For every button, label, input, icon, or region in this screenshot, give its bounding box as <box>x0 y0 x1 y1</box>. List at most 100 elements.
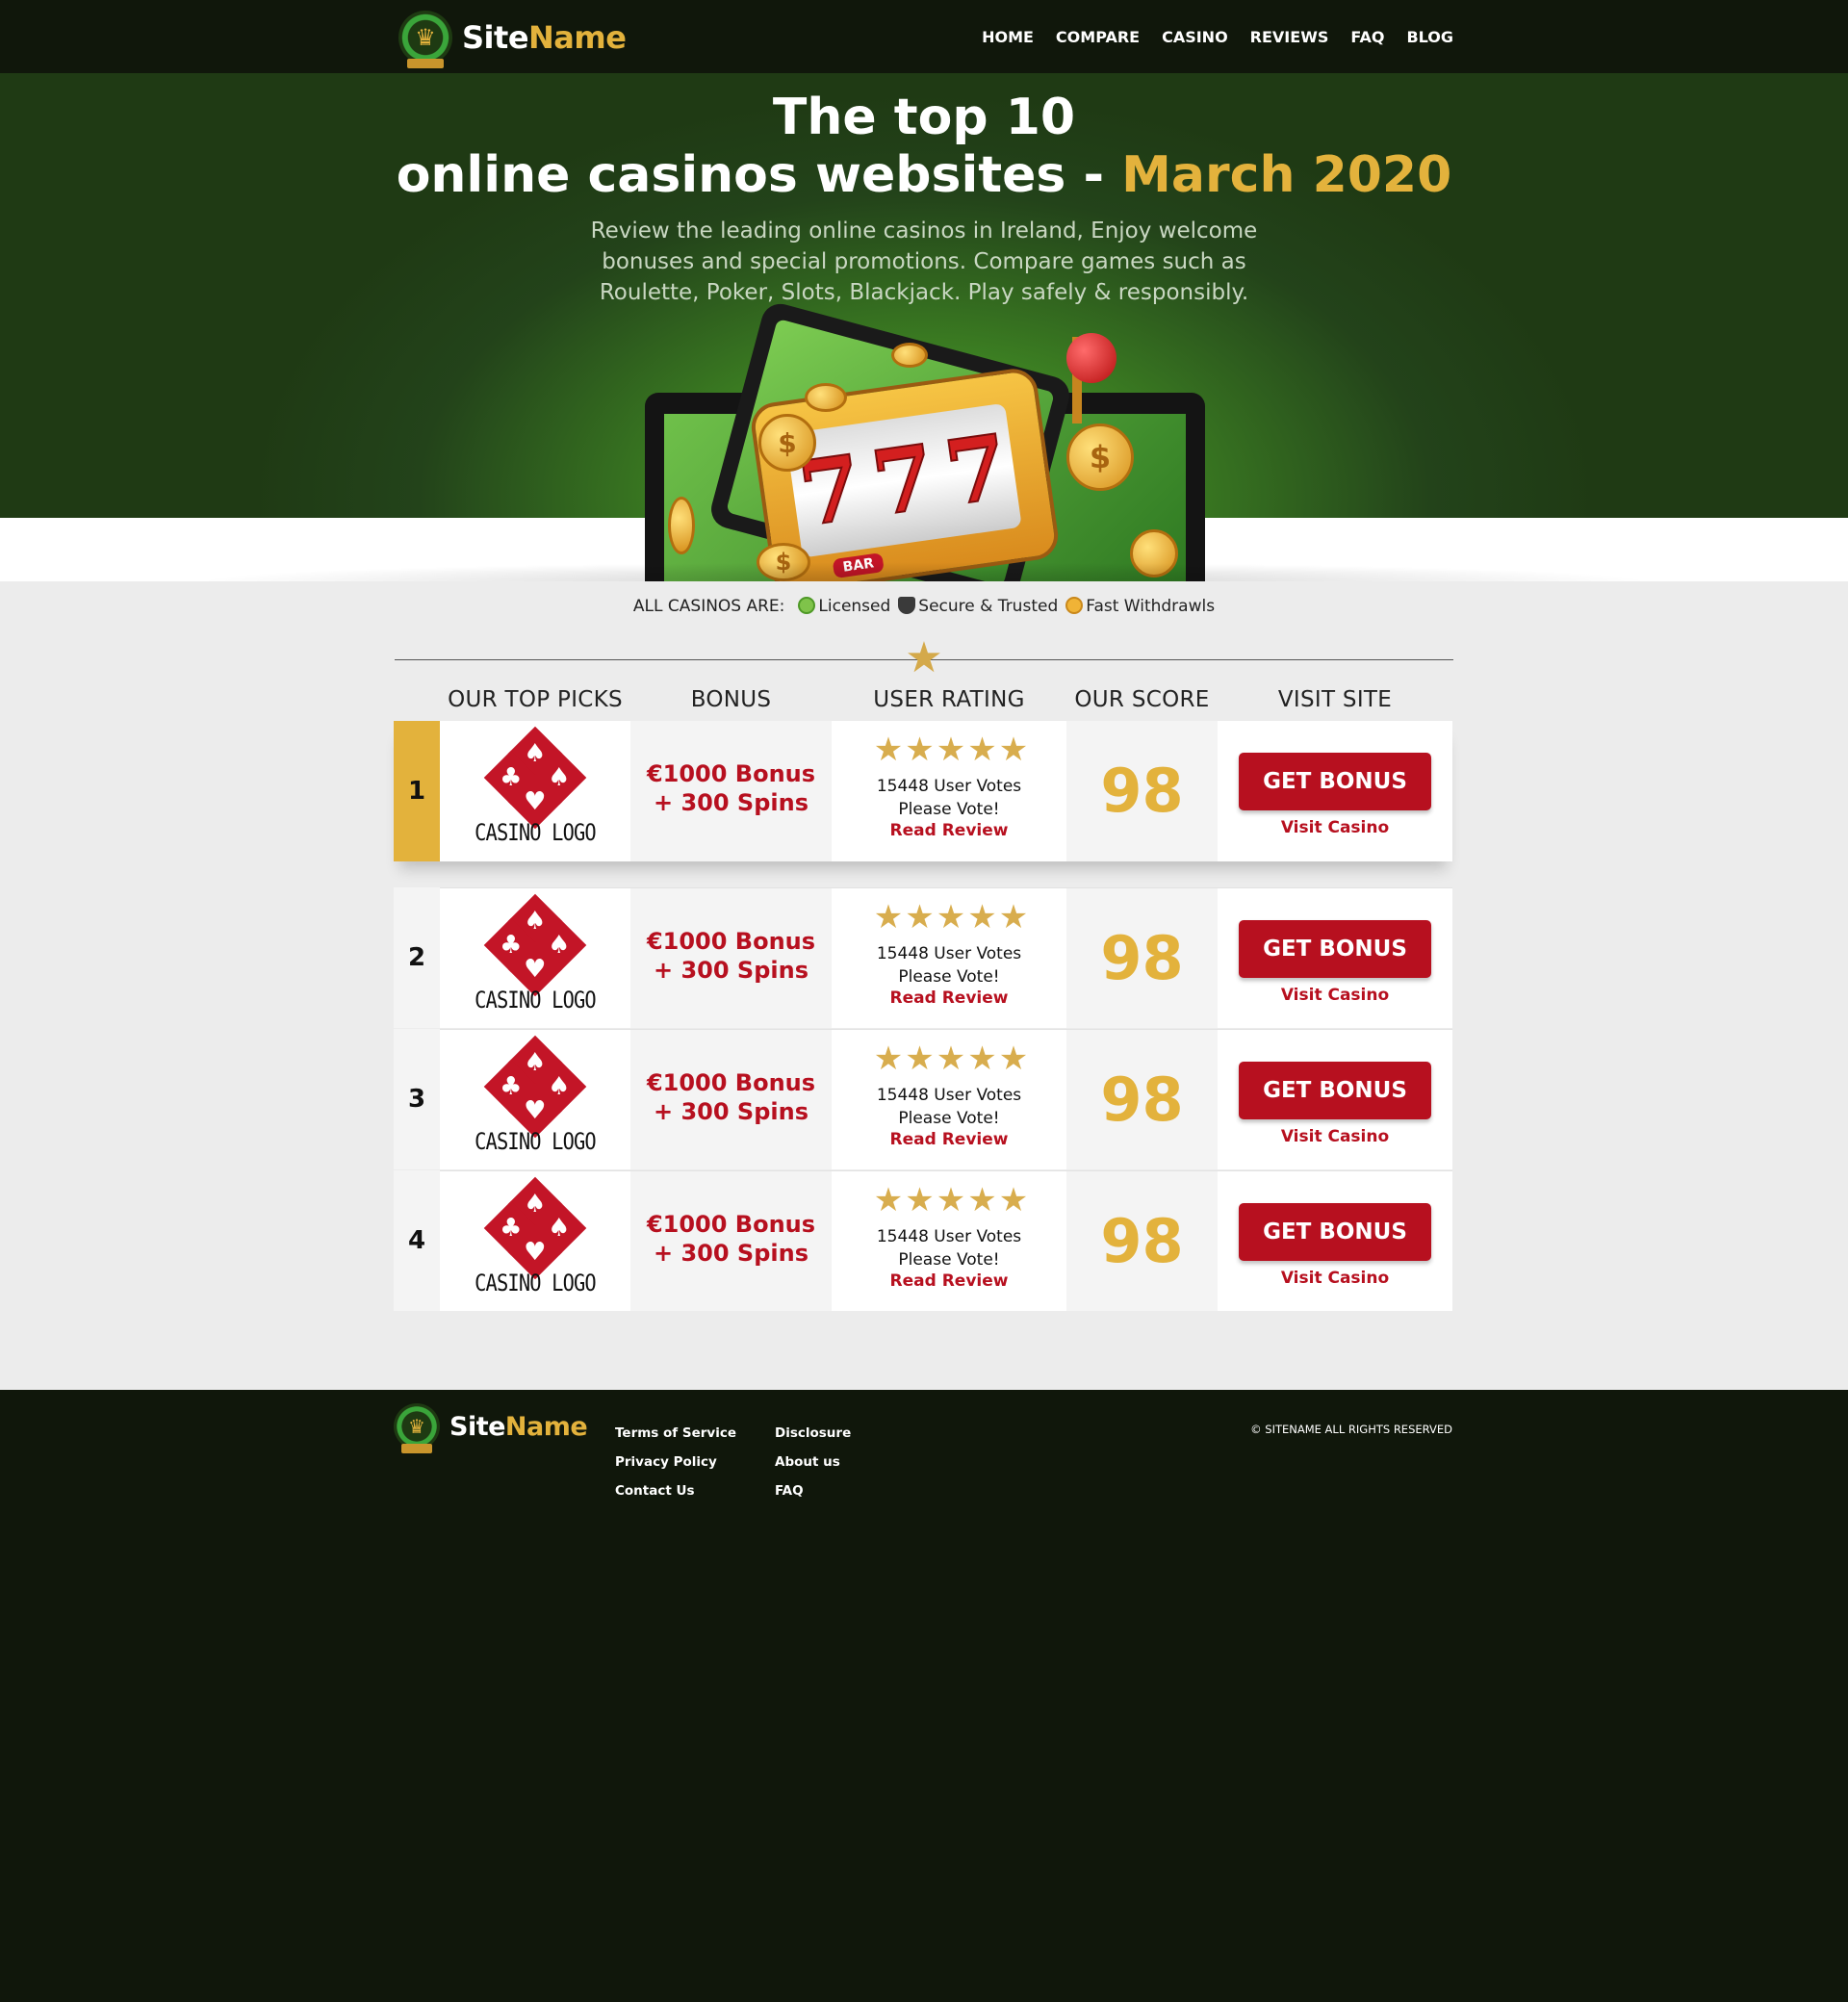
our-score-value: 98 <box>1100 756 1184 826</box>
star-icon[interactable]: ★ <box>967 731 998 769</box>
star-icon[interactable]: ★ <box>967 1181 998 1219</box>
table-row: 1 ♠ ♣ ♠ ♥ CASINO LOGO €1000 Bonus + 300 … <box>394 721 1452 861</box>
our-score-value: 98 <box>1100 1206 1184 1276</box>
please-vote-text[interactable]: Please Vote! <box>832 798 1066 821</box>
casino-logo-text: CASINO LOGO <box>475 1128 597 1155</box>
star-icon[interactable]: ★ <box>937 1181 967 1219</box>
star-icon[interactable]: ★ <box>999 1040 1030 1078</box>
star-icon[interactable]: ★ <box>905 1181 936 1219</box>
footer-links-col2: Disclosure About us FAQ <box>775 1419 851 1505</box>
star-icon[interactable]: ★ <box>999 731 1030 769</box>
top-navbar: ♛ SiteName HOME COMPARE CASINO REVIEWS F… <box>0 0 1848 73</box>
footer-link-contact[interactable]: Contact Us <box>615 1476 736 1505</box>
copyright-text: © SITENAME ALL RIGHTS RESERVED <box>1250 1423 1452 1436</box>
nav-reviews[interactable]: REVIEWS <box>1250 28 1329 46</box>
read-review-link[interactable]: Read Review <box>832 821 1066 840</box>
get-bonus-button[interactable]: GET BONUS <box>1239 1062 1431 1119</box>
user-rating-cell: ★★★★★ 15448 User Votes Please Vote! Read… <box>832 721 1066 861</box>
fast-coin-icon <box>1065 597 1084 614</box>
nav-blog[interactable]: BLOG <box>1406 28 1453 46</box>
nav-faq[interactable]: FAQ <box>1350 28 1384 46</box>
star-icon[interactable]: ★ <box>967 898 998 937</box>
coin-icon <box>805 383 847 412</box>
feature-secure-label: Secure & Trusted <box>918 597 1059 616</box>
rank-number: 2 <box>407 943 426 972</box>
score-cell: 98 <box>1066 887 1218 1028</box>
star-icon[interactable]: ★ <box>874 731 905 769</box>
please-vote-text[interactable]: Please Vote! <box>832 1107 1066 1130</box>
footer-link-faq[interactable]: FAQ <box>775 1476 851 1505</box>
slot-reel-2: 7 <box>865 424 942 537</box>
hero-title-main: online casinos websites - <box>396 146 1122 204</box>
footer-link-privacy[interactable]: Privacy Policy <box>615 1448 736 1476</box>
star-icon[interactable]: ★ <box>905 731 936 769</box>
feature-fast-label: Fast Withdrawls <box>1086 597 1216 616</box>
visit-casino-link[interactable]: Visit Casino <box>1218 1269 1452 1288</box>
please-vote-text[interactable]: Please Vote! <box>832 1248 1066 1271</box>
star-icon[interactable]: ★ <box>874 1040 905 1078</box>
bonus-amount: €1000 Bonus <box>646 1211 816 1238</box>
slot-reel-3: 7 <box>938 414 1015 527</box>
read-review-link[interactable]: Read Review <box>832 1271 1066 1291</box>
hero-title-highlight: March 2020 <box>1121 146 1452 204</box>
get-bonus-button[interactable]: GET BONUS <box>1239 920 1431 978</box>
casino-logo-cell[interactable]: ♠ ♣ ♠ ♥ CASINO LOGO <box>440 887 630 1028</box>
table-row: 2 ♠ ♣ ♠ ♥ CASINO LOGO €1000 Bonus + 300 … <box>394 887 1452 1028</box>
features-lead: ALL CASINOS ARE: <box>632 597 785 616</box>
read-review-link[interactable]: Read Review <box>832 988 1066 1008</box>
casino-suits-icon: ♠ ♣ ♠ ♥ <box>483 726 587 830</box>
main-nav: HOME COMPARE CASINO REVIEWS FAQ BLOG <box>982 0 1453 73</box>
get-bonus-button[interactable]: GET BONUS <box>1239 1203 1431 1261</box>
bonus-spins: + 300 Spins <box>654 957 808 984</box>
star-rating[interactable]: ★★★★★ <box>860 1181 1043 1219</box>
site-logo[interactable]: ♛ SiteName <box>398 9 627 68</box>
hero-lead: Review the leading online casinos in Ire… <box>590 218 1258 305</box>
nav-casino[interactable]: CASINO <box>1162 28 1228 46</box>
star-icon[interactable]: ★ <box>905 898 936 937</box>
visit-site-cell: GET BONUS Visit Casino <box>1218 1170 1452 1311</box>
nav-home[interactable]: HOME <box>982 28 1034 46</box>
hero-title-line1: The top 10 <box>772 89 1076 146</box>
visit-casino-link[interactable]: Visit Casino <box>1218 818 1452 837</box>
footer: ♛ SiteName Terms of Service Privacy Poli… <box>0 1390 1848 2002</box>
rank-number: 1 <box>394 721 440 861</box>
star-icon[interactable]: ★ <box>937 731 967 769</box>
bonus-spins: + 300 Spins <box>654 789 808 816</box>
star-icon[interactable]: ★ <box>874 1181 905 1219</box>
casino-logo-cell[interactable]: ♠ ♣ ♠ ♥ CASINO LOGO <box>440 1170 630 1311</box>
casino-logo-text: CASINO LOGO <box>475 987 597 1014</box>
hero-title-line2: online casinos websites - March 2020 <box>0 146 1848 204</box>
casino-suits-icon: ♠ ♣ ♠ ♥ <box>483 1035 587 1139</box>
star-icon[interactable]: ★ <box>967 1040 998 1078</box>
star-rating[interactable]: ★★★★★ <box>860 898 1043 937</box>
star-icon[interactable]: ★ <box>874 898 905 937</box>
bonus-amount: €1000 Bonus <box>646 1069 816 1096</box>
star-icon[interactable]: ★ <box>999 898 1030 937</box>
footer-link-about[interactable]: About us <box>775 1448 851 1476</box>
star-rating[interactable]: ★★★★★ <box>860 731 1043 769</box>
slot-lever-knob-icon <box>1066 333 1116 383</box>
footer-link-disclosure[interactable]: Disclosure <box>775 1419 851 1448</box>
bonus-spins: + 300 Spins <box>654 1098 808 1125</box>
casino-suits-icon: ♠ ♣ ♠ ♥ <box>483 1176 587 1280</box>
read-review-link[interactable]: Read Review <box>832 1130 1066 1149</box>
vote-info: 15448 User Votes Please Vote! <box>832 1225 1066 1271</box>
column-header-user-rating: USER RATING <box>873 687 1025 712</box>
slot-reels: 7 7 7 <box>784 402 1022 558</box>
casino-logo-cell[interactable]: ♠ ♣ ♠ ♥ CASINO LOGO <box>440 721 630 861</box>
star-icon[interactable]: ★ <box>937 1040 967 1078</box>
please-vote-text[interactable]: Please Vote! <box>832 965 1066 988</box>
star-icon[interactable]: ★ <box>937 898 967 937</box>
star-rating[interactable]: ★★★★★ <box>860 1040 1043 1078</box>
nav-compare[interactable]: COMPARE <box>1056 28 1140 46</box>
column-header-top-picks: OUR TOP PICKS <box>448 687 623 712</box>
star-icon[interactable]: ★ <box>905 1040 936 1078</box>
star-icon[interactable]: ★ <box>999 1181 1030 1219</box>
footer-logo[interactable]: ♛ SiteName <box>394 1403 588 1453</box>
get-bonus-button[interactable]: GET BONUS <box>1239 753 1431 810</box>
casino-logo-cell[interactable]: ♠ ♣ ♠ ♥ CASINO LOGO <box>440 1029 630 1169</box>
footer-link-terms[interactable]: Terms of Service <box>615 1419 736 1448</box>
visit-casino-link[interactable]: Visit Casino <box>1218 986 1452 1005</box>
casino-logo-text: CASINO LOGO <box>475 819 597 846</box>
visit-casino-link[interactable]: Visit Casino <box>1218 1127 1452 1146</box>
